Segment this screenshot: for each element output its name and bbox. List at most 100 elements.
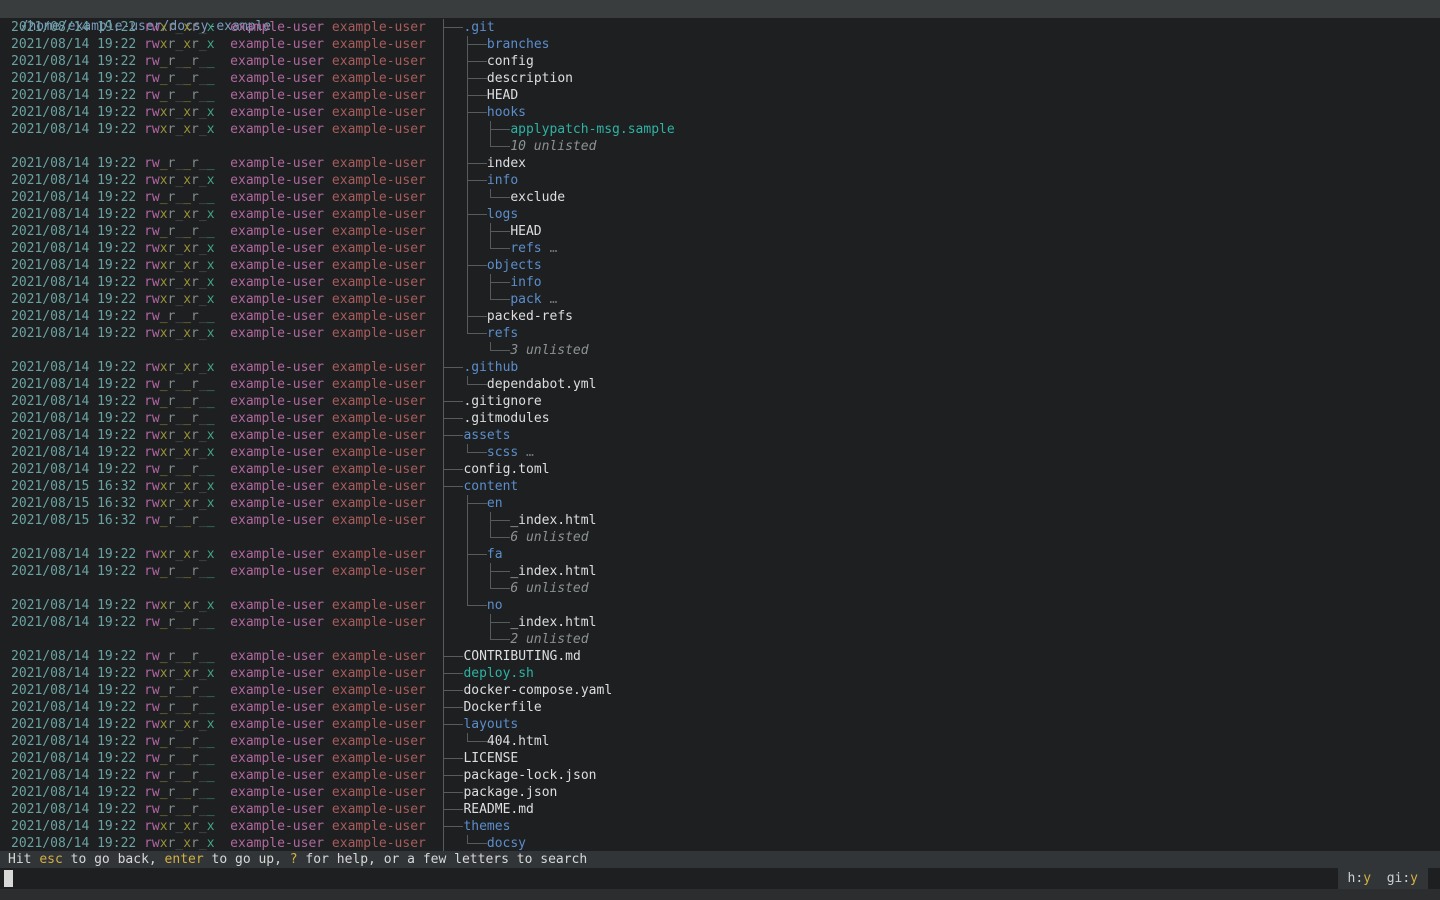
tree-branch-line (495, 631, 503, 648)
perm-char: _ (199, 224, 207, 239)
tree-file-name[interactable]: docker-compose.yaml (463, 682, 612, 699)
file-group: example-user (332, 428, 426, 443)
perm-char: _ (183, 683, 191, 698)
tree-dir-name[interactable]: info (510, 274, 541, 291)
tree-file-name[interactable]: description (487, 70, 573, 87)
tree-dir-name[interactable]: refs (510, 240, 541, 257)
tree-branch-line (479, 733, 487, 750)
tree-file-name[interactable]: package-lock.json (463, 767, 596, 784)
file-group: example-user (332, 411, 426, 426)
tree-file-name[interactable]: index (487, 155, 526, 172)
tree-dir-name[interactable]: pack (510, 291, 541, 308)
tree-dir-name[interactable]: refs (487, 325, 518, 342)
perm-char: _ (199, 819, 207, 834)
tree-branch-line (479, 257, 487, 274)
tree-file-name[interactable]: _index.html (510, 614, 596, 631)
perm-char: x (207, 292, 215, 307)
tree-dir-name[interactable]: assets (463, 427, 510, 444)
perm-char: x (160, 428, 168, 443)
tree-dir-name[interactable]: content (463, 478, 518, 495)
file-meta-row: 2021/08/14 19:22 rwxr_xr_x example-user … (11, 19, 426, 36)
perm-char: _ (160, 190, 168, 205)
tree-file-name[interactable]: .gitmodules (463, 410, 549, 427)
perm-char: _ (207, 513, 215, 528)
file-group: example-user (332, 190, 426, 205)
perm-char: x (207, 122, 215, 137)
tree-dir-name[interactable]: objects (487, 257, 542, 274)
file-permissions: rwxr_xr_x (144, 666, 214, 681)
perm-char: _ (199, 360, 207, 375)
tree-exec-file-name[interactable]: deploy.sh (463, 665, 533, 682)
bottom-strip (0, 889, 1440, 900)
tree-branch-line (440, 631, 448, 648)
tree-file-name[interactable]: packed-refs (487, 308, 573, 325)
file-date: 2021/08/15 16:32 (11, 513, 136, 528)
tree-row: fa (440, 546, 675, 563)
tree-row: logs (440, 206, 675, 223)
perm-char: r (144, 683, 152, 698)
tree-file-name[interactable]: config.toml (463, 461, 549, 478)
tree-row: 6 unlisted (440, 580, 675, 597)
tree-dir-name[interactable]: docsy (487, 835, 526, 852)
perm-char: _ (160, 224, 168, 239)
tree-file-name[interactable]: Dockerfile (463, 699, 541, 716)
tree-file-name[interactable]: config (487, 53, 534, 70)
perm-char: r (191, 173, 199, 188)
tree-dir-name[interactable]: scss (487, 444, 518, 461)
tree-branch-line (456, 665, 464, 682)
tree-file-name[interactable]: README.md (463, 801, 533, 818)
perm-char: _ (199, 445, 207, 460)
perm-char: x (183, 445, 191, 460)
tree-file-name[interactable]: LICENSE (463, 750, 518, 767)
tree-file-name[interactable]: HEAD (510, 223, 541, 240)
status-bar: Hit esc to go back, enter to go up, ? fo… (0, 851, 1440, 868)
perm-char: r (144, 598, 152, 613)
tree-dir-name[interactable]: branches (487, 36, 550, 53)
file-group: example-user (332, 717, 426, 732)
tree-dir-name[interactable]: info (487, 172, 518, 189)
tree-row: refs (440, 325, 675, 342)
perm-char: x (183, 275, 191, 290)
tree-row: dependabot.yml (440, 376, 675, 393)
perm-char: _ (183, 462, 191, 477)
tree-branch-line (471, 308, 479, 325)
path-title-bar: /home/example-user/docsy-example (0, 0, 1440, 18)
perm-char: r (191, 479, 199, 494)
tree-dir-name[interactable]: .git (463, 19, 494, 36)
tree-branch-line (471, 223, 479, 240)
tree-file-name[interactable]: dependabot.yml (487, 376, 597, 393)
tree-file-name[interactable]: package.json (463, 784, 557, 801)
perm-char: _ (207, 377, 215, 392)
tree-branch-line (456, 580, 464, 597)
tree-dir-name[interactable]: en (487, 495, 503, 512)
tree-branch-line (456, 172, 464, 189)
tree-exec-file-name[interactable]: applypatch-msg.sample (510, 121, 674, 138)
perm-char: r (191, 377, 199, 392)
tree-branch-line (479, 104, 487, 121)
tree-dir-name[interactable]: logs (487, 206, 518, 223)
tree-file-name[interactable]: exclude (510, 189, 565, 206)
tree-file-name[interactable]: HEAD (487, 87, 518, 104)
tree-dir-name[interactable]: .github (463, 359, 518, 376)
tree-dir-name[interactable]: no (487, 597, 503, 614)
tree-file-name[interactable]: _index.html (510, 563, 596, 580)
tree-dir-name[interactable]: hooks (487, 104, 526, 121)
tree-file-name[interactable]: _index.html (510, 512, 596, 529)
tree-dir-name[interactable]: fa (487, 546, 503, 563)
tree-file-name[interactable]: CONTRIBUTING.md (463, 648, 580, 665)
tree-dir-name[interactable]: layouts (463, 716, 518, 733)
file-date: 2021/08/14 19:22 (11, 785, 136, 800)
tree-branch-line (440, 580, 448, 597)
tree-branch-line (456, 308, 464, 325)
tree-file-name[interactable]: 404.html (487, 733, 550, 750)
perm-char: r (144, 105, 152, 120)
search-input[interactable]: h:y gi:y (0, 868, 1440, 889)
perm-char: _ (199, 54, 207, 69)
perm-char: r (144, 207, 152, 222)
file-owner: example-user (230, 156, 324, 171)
tree-branch-line (471, 172, 479, 189)
tree-file-name[interactable]: .gitignore (463, 393, 541, 410)
tree-branch-line (448, 444, 456, 461)
perm-char: x (183, 37, 191, 52)
tree-dir-name[interactable]: themes (463, 818, 510, 835)
